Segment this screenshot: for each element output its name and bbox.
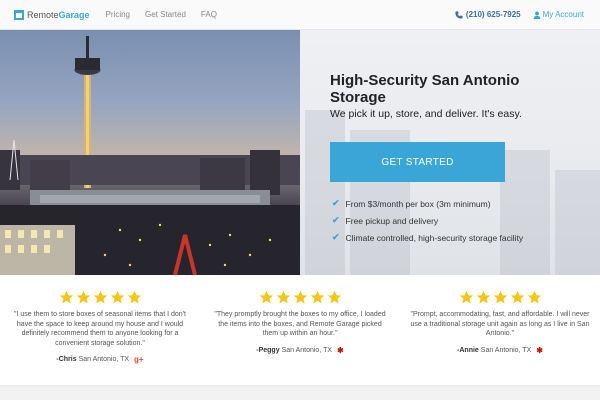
testimonial-card: "They promptly brought the boxes to my o… — [210, 290, 390, 355]
phone-icon — [455, 10, 463, 19]
author-location: San Antonio, TX — [480, 346, 532, 354]
brand-name-remote: Remote — [27, 9, 59, 20]
nav-link-pricing[interactable]: Pricing — [106, 10, 130, 19]
star-icon — [510, 290, 524, 304]
google-plus-icon[interactable]: g+ — [134, 355, 144, 364]
star-icon — [493, 290, 507, 304]
star-icon — [76, 290, 90, 304]
nav-links: Pricing Get Started FAQ — [106, 10, 232, 19]
feature-text: From $3/month per box (3m minimum) — [345, 198, 491, 209]
ghost-building — [305, 110, 345, 275]
phone-link[interactable]: (210) 625-7925 — [455, 10, 521, 19]
testimonial-author: -Peggy San Antonio, TX ✱ — [210, 346, 390, 355]
phone-number: (210) 625-7925 — [465, 10, 521, 19]
nav-right: (210) 625-7925 My Account — [455, 10, 584, 19]
brand-name-garage: Garage — [58, 9, 90, 20]
feature-item: ✔ Climate controlled, high-security stor… — [332, 232, 523, 243]
check-icon: ✔ — [332, 215, 340, 225]
star-rating — [210, 290, 390, 305]
author-name: -Peggy — [256, 346, 280, 354]
star-icon — [293, 290, 307, 304]
my-account-label: My Account — [542, 10, 584, 19]
garage-logo-icon — [14, 9, 24, 20]
star-icon — [310, 290, 324, 304]
author-location: San Antonio, TX — [281, 346, 333, 354]
top-navbar: Remote Garage Pricing Get Started FAQ (2… — [0, 0, 600, 30]
author-name: -Annie — [457, 346, 479, 354]
testimonials-section: "I use them to store boxes of seasonal i… — [0, 275, 600, 385]
testimonial-author: -Chris San Antonio, TX g+ — [10, 355, 190, 364]
star-icon — [93, 290, 107, 304]
feature-item: ✔ Free pickup and delivery — [332, 215, 523, 226]
nav-link-faq[interactable]: FAQ — [201, 10, 217, 19]
star-icon — [110, 290, 124, 304]
ghost-building — [555, 170, 600, 275]
testimonial-author: -Annie San Antonio, TX ✱ — [410, 346, 590, 355]
user-icon — [533, 10, 541, 19]
yelp-icon[interactable]: ✱ — [536, 346, 543, 355]
my-account-link[interactable]: My Account — [533, 10, 584, 19]
author-location: San Antonio, TX — [78, 356, 130, 363]
footer-bar — [0, 385, 600, 400]
testimonial-card: "I use them to store boxes of seasonal i… — [10, 290, 190, 364]
testimonial-quote: "Prompt, accommodating, fast, and afford… — [410, 311, 590, 337]
testimonial-quote: "I use them to store boxes of seasonal i… — [14, 311, 186, 347]
star-icon — [259, 290, 273, 304]
yelp-icon[interactable]: ✱ — [337, 346, 344, 355]
star-icon — [59, 290, 73, 304]
author-name: -Chris — [56, 356, 77, 363]
star-icon — [276, 290, 290, 304]
star-icon — [476, 290, 490, 304]
star-icon — [127, 290, 141, 304]
city-night-illustration — [0, 36, 300, 275]
testimonial-card: "Prompt, accommodating, fast, and afford… — [410, 290, 590, 355]
testimonial-quote: "They promptly brought the boxes to my o… — [214, 311, 386, 337]
feature-list: ✔ From $3/month per box (3m minimum) ✔ F… — [332, 198, 523, 249]
hero-subtitle: We pick it up, store, and deliver. It's … — [330, 108, 522, 120]
star-icon — [527, 290, 541, 304]
san-antonio-skyline-image — [0, 30, 300, 275]
feature-text: Free pickup and delivery — [345, 215, 439, 226]
nav-link-get-started[interactable]: Get Started — [145, 10, 186, 19]
hero-title: High-Security San Antonio Storage — [330, 72, 520, 106]
star-rating — [10, 290, 190, 305]
star-icon — [459, 290, 473, 304]
check-icon: ✔ — [332, 198, 340, 208]
brand-logo[interactable]: Remote Garage — [14, 9, 90, 20]
get-started-button[interactable]: GET STARTED — [330, 142, 505, 182]
star-rating — [410, 290, 590, 305]
star-icon — [327, 290, 341, 304]
check-icon: ✔ — [332, 232, 340, 242]
feature-item: ✔ From $3/month per box (3m minimum) — [332, 198, 523, 209]
feature-text: Climate controlled, high-security storag… — [345, 232, 524, 243]
